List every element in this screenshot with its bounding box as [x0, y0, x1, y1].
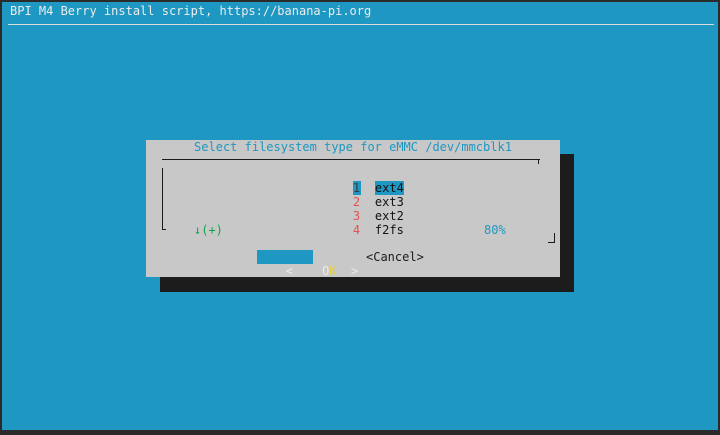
menu-frame-left: [162, 168, 163, 230]
dialog-frame-bottom-right: [548, 242, 555, 243]
scroll-down-indicator: ↓(+): [194, 223, 223, 237]
menu-item-ext4[interactable]: 1 ext4: [324, 167, 404, 195]
filesystem-dialog: Select filesystem type for eMMC /dev/mmc…: [146, 140, 560, 278]
menu-item-label: f2fs: [374, 223, 404, 237]
menu-item-f2fs[interactable]: 4 f2fs: [324, 209, 404, 237]
backtitle-rule: [8, 24, 714, 25]
dialog-title: Select filesystem type for eMMC /dev/mmc…: [194, 140, 512, 154]
menu-item-ext3[interactable]: 2 ext3: [324, 181, 404, 209]
ok-button[interactable]: < OK >: [257, 250, 358, 278]
menu-item-tag: 4: [352, 223, 361, 237]
ok-bracket-right: >: [350, 264, 359, 278]
menu-item-ext2[interactable]: 3 ext2: [324, 195, 404, 223]
cancel-button[interactable]: <Cancel>: [366, 250, 424, 264]
backtitle: BPI M4 Berry install script, https://ban…: [10, 4, 372, 18]
ok-pad: [300, 264, 322, 278]
menu-frame-right-tick: [538, 159, 539, 164]
menu-frame-top: [162, 159, 540, 160]
menu-frame-left-foot: [162, 229, 166, 230]
scroll-percent: 80%: [484, 223, 506, 237]
ok-pad-right: [337, 264, 351, 278]
ok-label-rest: K: [329, 264, 337, 278]
